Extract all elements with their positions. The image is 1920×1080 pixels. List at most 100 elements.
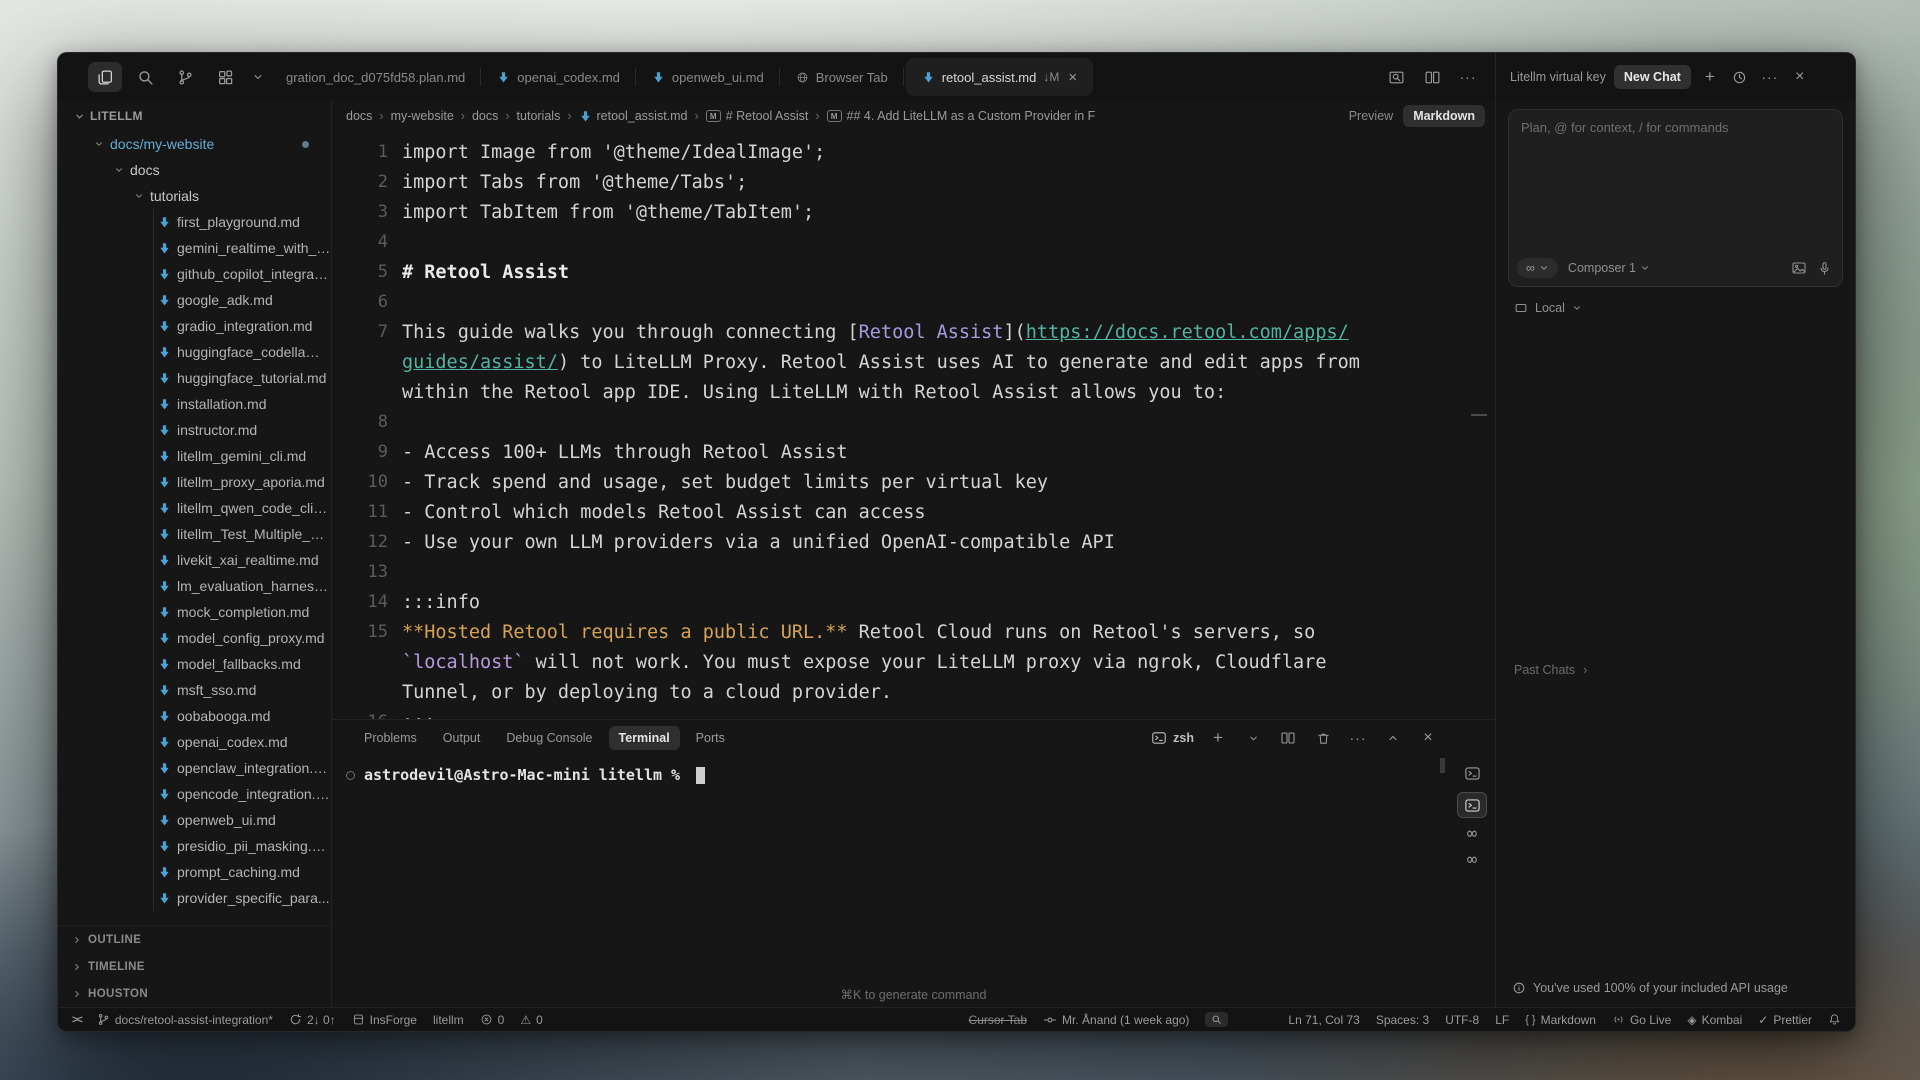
composer-selector[interactable]: Composer 1	[1568, 261, 1650, 275]
task-session-icon[interactable]: ∞	[1467, 824, 1477, 844]
tree-file-google-adk-md[interactable]: google_adk.md	[58, 287, 331, 313]
status-magbox[interactable]	[1205, 1012, 1228, 1027]
source-control-icon[interactable]	[168, 62, 202, 92]
panel-tab-ports[interactable]: Ports	[686, 726, 735, 750]
attach-image-icon[interactable]	[1791, 260, 1807, 276]
breadcrumb-item[interactable]: retool_assist.md	[579, 109, 688, 123]
tree-file-openclaw-integration-md[interactable]: openclaw_integration.md	[58, 755, 331, 781]
new-terminal-icon[interactable]: +	[1207, 727, 1229, 749]
tree-file-installation-md[interactable]: installation.md	[58, 391, 331, 417]
open-preview-icon[interactable]	[1385, 66, 1407, 88]
extensions-icon[interactable]	[208, 62, 242, 92]
status-2-0-[interactable]: 2↓ 0↑	[289, 1013, 336, 1027]
editor-scrollbar[interactable]	[1471, 414, 1487, 416]
chevron-down-icon[interactable]	[248, 62, 268, 92]
tree-file-presidio-pii-masking-md[interactable]: presidio_pii_masking.md	[58, 833, 331, 859]
status-docs-retool-assist-integration-[interactable]: docs/retool-assist-integration*	[97, 1013, 273, 1027]
breadcrumb-item[interactable]: M## 4. Add LiteLLM as a Custom Provider …	[827, 109, 1096, 123]
terminal-scrollbar[interactable]	[1440, 758, 1445, 773]
tree-file-prompt-caching-md[interactable]: prompt_caching.md	[58, 859, 331, 885]
terminal-dropdown-icon[interactable]	[1242, 727, 1264, 749]
add-chat-icon[interactable]: +	[1699, 66, 1721, 88]
task-session-icon[interactable]: ∞	[1467, 850, 1477, 870]
tree-file-gemini-realtime-with-a-[interactable]: gemini_realtime_with_a...	[58, 235, 331, 261]
tree-file-opencode-integration-md[interactable]: opencode_integration.md	[58, 781, 331, 807]
status-mr-nand-1-week-ago-[interactable]: Mr. Ånand (1 week ago)	[1043, 1013, 1189, 1027]
tree-file-provider-specific-para-[interactable]: provider_specific_para...	[58, 885, 331, 911]
sidebar-section-timeline[interactable]: TIMELINE	[58, 953, 331, 980]
workspace-row[interactable]: LITELLM	[58, 101, 331, 131]
new-chat-button[interactable]: New Chat	[1614, 65, 1691, 89]
breadcrumb-item[interactable]: docs	[472, 109, 498, 123]
status-markdown[interactable]: { }Markdown	[1525, 1013, 1596, 1027]
panel-more-icon[interactable]: ···	[1347, 727, 1369, 749]
status-lf[interactable]: LF	[1495, 1013, 1509, 1027]
panel-tab-output[interactable]: Output	[433, 726, 491, 750]
chat-more-icon[interactable]: ···	[1759, 66, 1781, 88]
past-chats[interactable]: Past Chats ›	[1496, 663, 1855, 677]
kill-terminal-icon[interactable]	[1312, 727, 1334, 749]
maximize-panel-icon[interactable]	[1382, 727, 1404, 749]
split-editor-icon[interactable]	[1421, 66, 1443, 88]
tree-file-msft-sso-md[interactable]: msft_sso.md	[58, 677, 331, 703]
tree-file-livekit-xai-realtime-md[interactable]: livekit_xai_realtime.md	[58, 547, 331, 573]
status-remote[interactable]: ><	[72, 1014, 81, 1026]
tab-close-icon[interactable]: ×	[1068, 69, 1077, 86]
panel-tab-terminal[interactable]: Terminal	[609, 726, 680, 750]
tree-file-mock-completion-md[interactable]: mock_completion.md	[58, 599, 331, 625]
status-kombai[interactable]: ◈Kombai	[1687, 1013, 1742, 1027]
microphone-icon[interactable]	[1817, 261, 1832, 276]
status-go-live[interactable]: Go Live	[1612, 1013, 1671, 1027]
explorer-icon[interactable]	[88, 62, 122, 92]
tree-file-instructor-md[interactable]: instructor.md	[58, 417, 331, 443]
panel-tab-problems[interactable]: Problems	[354, 726, 427, 750]
tab-gration-doc-d075fd58-plan-md[interactable]: gration_doc_d075fd58.plan.md	[270, 53, 481, 101]
split-terminal-icon[interactable]	[1277, 727, 1299, 749]
status-0[interactable]: ⚠0	[520, 1013, 542, 1027]
more-actions-icon[interactable]: ···	[1457, 66, 1479, 88]
markdown-toggle[interactable]: Markdown	[1403, 105, 1485, 127]
chat-close-icon[interactable]: ×	[1789, 66, 1811, 88]
breadcrumb-item[interactable]: docs	[346, 109, 372, 123]
tree-file-litellm-gemini-cli-md[interactable]: litellm_gemini_cli.md	[58, 443, 331, 469]
tree-file-litellm-qwen-code-cli-md[interactable]: litellm_qwen_code_cli.md	[58, 495, 331, 521]
tree-file-oobabooga-md[interactable]: oobabooga.md	[58, 703, 331, 729]
close-panel-icon[interactable]: ×	[1417, 727, 1439, 749]
terminal-session-icon[interactable]	[1457, 760, 1487, 786]
status-utf-8[interactable]: UTF-8	[1445, 1013, 1479, 1027]
tab-browser-tab[interactable]: Browser Tab	[780, 53, 904, 101]
status-spaces-3[interactable]: Spaces: 3	[1376, 1013, 1429, 1027]
status-0[interactable]: 0	[480, 1013, 505, 1027]
status-insforge[interactable]: InsForge	[352, 1013, 417, 1027]
breadcrumb-item[interactable]: my-website	[391, 109, 454, 123]
model-selector[interactable]: ∞	[1517, 258, 1558, 278]
status-bell[interactable]	[1828, 1013, 1841, 1026]
tree-file-openai-codex-md[interactable]: openai_codex.md	[58, 729, 331, 755]
terminal-session-icon-active[interactable]	[1457, 792, 1487, 818]
tree-file-openweb-ui-md[interactable]: openweb_ui.md	[58, 807, 331, 833]
tree-file-huggingface-codellama-[interactable]: huggingface_codellama_...	[58, 339, 331, 365]
tree-file-first-playground-md[interactable]: first_playground.md	[58, 209, 331, 235]
search-icon[interactable]	[128, 62, 162, 92]
code-editor[interactable]: 1import Image from '@theme/IdealImage';2…	[332, 131, 1495, 719]
preview-toggle[interactable]: Preview	[1349, 109, 1393, 123]
breadcrumb-item[interactable]: M# Retool Assist	[706, 109, 809, 123]
tree-folder-docs[interactable]: docs	[58, 157, 331, 183]
tree-file-github-copilot-integrati-[interactable]: github_copilot_integrati...	[58, 261, 331, 287]
tree-file-huggingface-tutorial-md[interactable]: huggingface_tutorial.md	[58, 365, 331, 391]
local-selector[interactable]: Local	[1496, 287, 1855, 315]
status-ln-71-col-73[interactable]: Ln 71, Col 73	[1288, 1013, 1359, 1027]
tree-file-litellm-test-multiple-pr-[interactable]: litellm_Test_Multiple_Pr...	[58, 521, 331, 547]
history-icon[interactable]	[1729, 66, 1751, 88]
tree-file-model-fallbacks-md[interactable]: model_fallbacks.md	[58, 651, 331, 677]
tab-openweb-ui-md[interactable]: openweb_ui.md	[636, 53, 780, 101]
status-prettier[interactable]: ✓Prettier	[1758, 1013, 1812, 1027]
tab-retool-assist-md[interactable]: retool_assist.md↓M×	[906, 58, 1093, 96]
tree-file-model-config-proxy-md[interactable]: model_config_proxy.md	[58, 625, 331, 651]
sidebar-section-houston[interactable]: HOUSTON	[58, 980, 331, 1007]
command-decoration-icon[interactable]	[346, 771, 355, 780]
tab-openai-codex-md[interactable]: openai_codex.md	[481, 53, 636, 101]
tree-folder-tutorials[interactable]: tutorials	[58, 183, 331, 209]
panel-tab-debug-console[interactable]: Debug Console	[496, 726, 602, 750]
tree-folder-docs-my-website[interactable]: docs/my-website	[58, 131, 331, 157]
